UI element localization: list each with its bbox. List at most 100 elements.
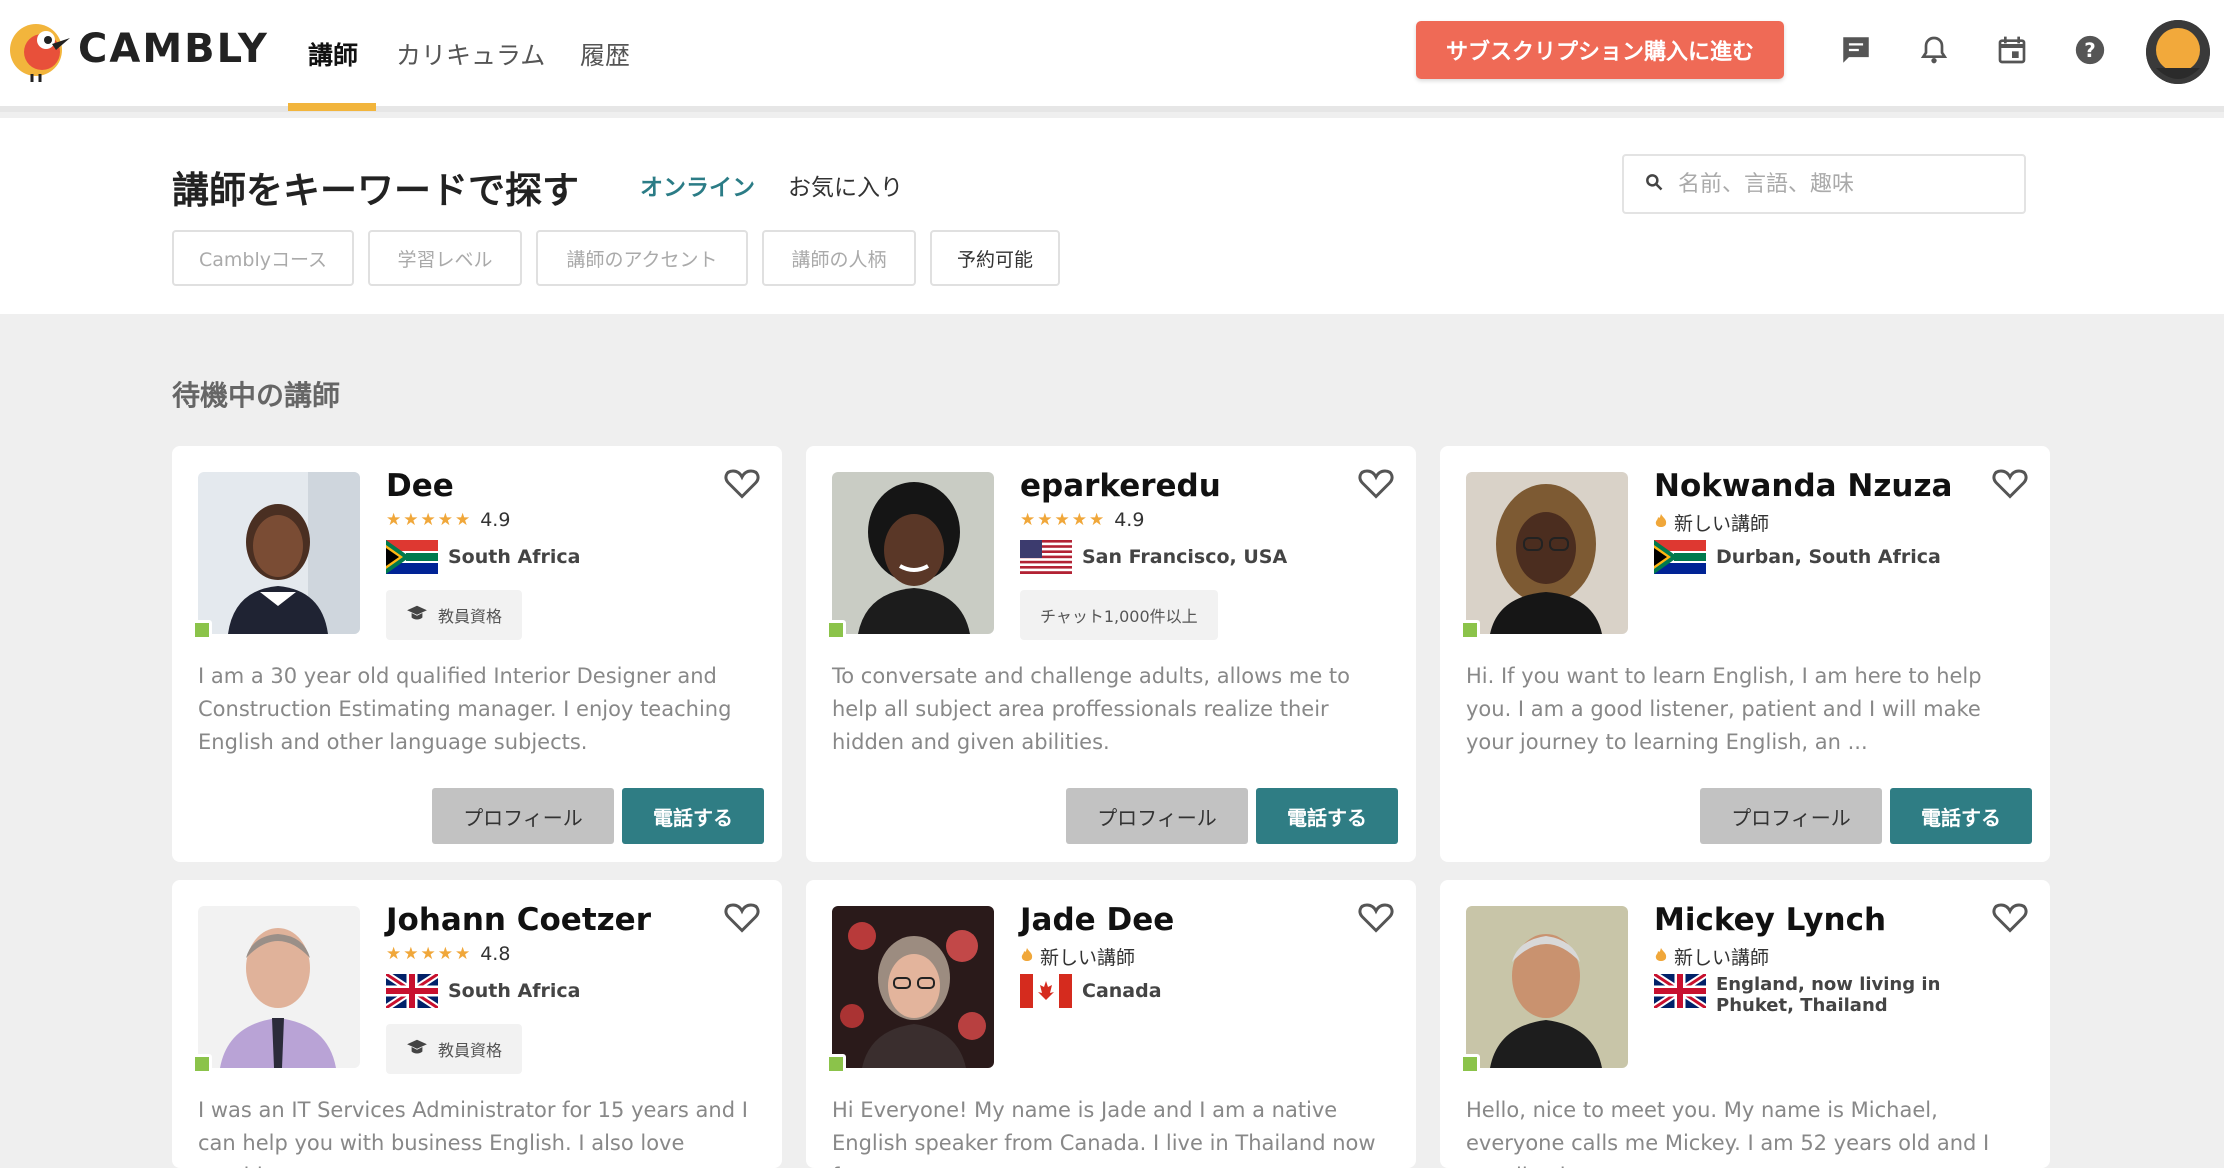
favorite-heart-icon[interactable] bbox=[1358, 466, 1394, 500]
tutor-location: San Francisco, USA bbox=[1020, 540, 1287, 574]
search-input[interactable] bbox=[1678, 171, 2008, 197]
svg-text:?: ? bbox=[2084, 39, 2096, 62]
profile-button[interactable]: プロフィール bbox=[1066, 788, 1248, 844]
cambly-logo[interactable]: CAMBLY bbox=[8, 14, 269, 84]
filter-accent[interactable]: 講師のアクセント bbox=[536, 230, 748, 286]
new-tutor-badge: 新しい講師 bbox=[1654, 509, 1769, 536]
tutor-card: Mickey Lynch 新しい講師 England, now living i… bbox=[1440, 880, 2050, 1168]
tutor-description: Hi. If you want to learn English, I am h… bbox=[1466, 664, 1982, 754]
badge-text: 教員資格 bbox=[438, 1041, 503, 1060]
new-tutor-badge: 新しい講師 bbox=[1020, 943, 1135, 970]
online-status-indicator bbox=[192, 1054, 212, 1074]
graduation-cap-icon bbox=[406, 604, 428, 626]
tutor-card: Nokwanda Nzuza 新しい講師 Durban, South Afric… bbox=[1440, 446, 2050, 862]
tutor-photo[interactable] bbox=[1466, 906, 1628, 1068]
tutor-name[interactable]: Dee bbox=[386, 468, 454, 504]
new-tutor-label: 新しい講師 bbox=[1040, 947, 1136, 969]
online-status-indicator bbox=[1460, 1054, 1480, 1074]
tutor-location: Canada bbox=[1020, 974, 1162, 1008]
search-box[interactable] bbox=[1622, 154, 2026, 214]
tutor-card: Johann Coetzer ★★★★★ 4.8 South Africa 教員… bbox=[172, 880, 782, 1168]
uk-flag-icon bbox=[1654, 974, 1706, 1008]
tutor-photo[interactable] bbox=[1466, 472, 1628, 634]
filter-personality[interactable]: 講師の人柄 bbox=[762, 230, 916, 286]
tutor-location: South Africa bbox=[386, 540, 580, 574]
profile-button[interactable]: プロフィール bbox=[432, 788, 614, 844]
online-status-indicator bbox=[826, 1054, 846, 1074]
filter-available[interactable]: 予約可能 bbox=[930, 230, 1060, 286]
nav-tab-history[interactable]: 履歴 bbox=[580, 36, 630, 72]
user-avatar[interactable] bbox=[2146, 20, 2210, 84]
favorite-heart-icon[interactable] bbox=[1992, 900, 2028, 934]
location-text: England, now living in Phuket, Thailand bbox=[1716, 974, 1941, 1016]
tutor-photo[interactable] bbox=[832, 472, 994, 634]
location-text: Durban, South Africa bbox=[1716, 546, 1941, 568]
online-status-indicator bbox=[1460, 620, 1480, 640]
tutor-location: South Africa bbox=[386, 974, 580, 1008]
badge-text: チャット1,000件以上 bbox=[1040, 607, 1198, 626]
tutor-card: Jade Dee 新しい講師 Canada Hi Everyone! My na… bbox=[806, 880, 1416, 1168]
subscribe-button[interactable]: サブスクリプション購入に進む bbox=[1416, 21, 1784, 79]
tutor-rating: ★★★★★ 4.9 bbox=[386, 509, 510, 531]
nav-tab-curriculum[interactable]: カリキュラム bbox=[396, 36, 545, 72]
tutor-name[interactable]: Mickey Lynch bbox=[1654, 902, 1886, 938]
flame-icon bbox=[1020, 947, 1034, 967]
favorite-heart-icon[interactable] bbox=[1992, 466, 2028, 500]
tutor-card: Dee ★★★★★ 4.9 South Africa 教員資格 I am a 3… bbox=[172, 446, 782, 862]
tab-favorites[interactable]: お気に入り bbox=[788, 168, 903, 202]
tab-online[interactable]: オンライン bbox=[640, 168, 755, 202]
usa-flag-icon bbox=[1020, 540, 1072, 574]
tutor-description: Hello, nice to meet you. My name is Mich… bbox=[1466, 1098, 1990, 1168]
tutor-location: England, now living in Phuket, Thailand bbox=[1654, 974, 1994, 1016]
badge-text: 教員資格 bbox=[438, 607, 503, 626]
call-button[interactable]: 電話する bbox=[622, 788, 764, 844]
south-africa-flag-icon bbox=[1654, 540, 1706, 574]
graduation-cap-icon bbox=[406, 1038, 428, 1060]
call-button[interactable]: 電話する bbox=[1256, 788, 1398, 844]
profile-button[interactable]: プロフィール bbox=[1700, 788, 1882, 844]
tutor-name[interactable]: Johann Coetzer bbox=[386, 902, 651, 938]
tutor-description: Hi Everyone! My name is Jade and I am a … bbox=[832, 1098, 1376, 1168]
filter-level[interactable]: 学習レベル bbox=[368, 230, 522, 286]
tutor-photo[interactable] bbox=[832, 906, 994, 1068]
rating-stars: ★★★★★ bbox=[386, 510, 473, 530]
page-title: 講師をキーワードで探す bbox=[172, 169, 579, 212]
search-icon bbox=[1644, 172, 1664, 196]
tutor-description: To conversate and challenge adults, allo… bbox=[832, 664, 1351, 754]
tutor-description: I am a 30 year old qualified Interior De… bbox=[198, 664, 732, 754]
rating-value: 4.8 bbox=[480, 943, 511, 965]
help-icon[interactable]: ? bbox=[2070, 30, 2110, 70]
location-text: South Africa bbox=[448, 546, 581, 568]
new-tutor-label: 新しい講師 bbox=[1674, 947, 1770, 969]
favorite-heart-icon[interactable] bbox=[724, 900, 760, 934]
tutor-photo[interactable] bbox=[198, 472, 360, 634]
rating-value: 4.9 bbox=[480, 509, 511, 531]
logo-text: CAMBLY bbox=[78, 26, 269, 72]
section-title: 待機中の講師 bbox=[172, 379, 341, 412]
tutor-badge: 教員資格 bbox=[386, 590, 523, 640]
tutor-name[interactable]: eparkeredu bbox=[1020, 468, 1221, 504]
tutor-rating: ★★★★★ 4.9 bbox=[1020, 509, 1144, 531]
nav-tab-tutors[interactable]: 講師 bbox=[308, 36, 358, 72]
favorite-heart-icon[interactable] bbox=[724, 466, 760, 500]
chat-icon[interactable] bbox=[1836, 30, 1876, 70]
tutor-location: Durban, South Africa bbox=[1654, 540, 1941, 574]
tutor-photo[interactable] bbox=[198, 906, 360, 1068]
top-navigation: CAMBLY 講師 カリキュラム 履歴 サブスクリプション購入に進む ? bbox=[0, 0, 2224, 112]
bell-icon[interactable] bbox=[1914, 30, 1954, 70]
canada-flag-icon bbox=[1020, 974, 1072, 1008]
uk-flag-icon bbox=[386, 974, 438, 1008]
new-tutor-label: 新しい講師 bbox=[1674, 513, 1770, 535]
active-tab-underline bbox=[288, 103, 376, 111]
search-header: 講師をキーワードで探す オンライン お気に入り Camblyコース 学習レベル … bbox=[0, 118, 2224, 314]
filter-cambly-course[interactable]: Camblyコース bbox=[172, 230, 354, 286]
tutor-name[interactable]: Nokwanda Nzuza bbox=[1654, 468, 1952, 504]
tutor-badge: 教員資格 bbox=[386, 1024, 523, 1074]
call-button[interactable]: 電話する bbox=[1890, 788, 2032, 844]
location-text: South Africa bbox=[448, 980, 581, 1002]
online-status-indicator bbox=[192, 620, 212, 640]
favorite-heart-icon[interactable] bbox=[1358, 900, 1394, 934]
bird-logo-icon bbox=[8, 14, 72, 84]
tutor-name[interactable]: Jade Dee bbox=[1020, 902, 1174, 938]
calendar-icon[interactable] bbox=[1992, 30, 2032, 70]
